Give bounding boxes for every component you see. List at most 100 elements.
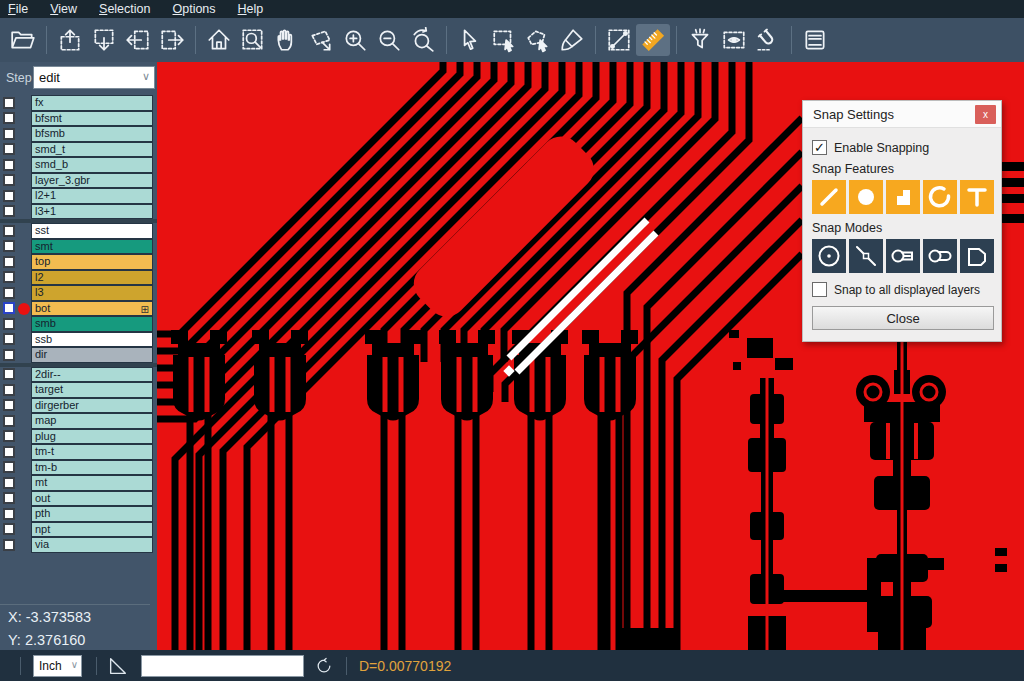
view-box-button[interactable] xyxy=(717,24,751,56)
layer-name-label[interactable]: tm-t xyxy=(31,444,153,460)
select-polygon-button[interactable] xyxy=(521,24,555,56)
layer-name-label[interactable]: via xyxy=(31,537,153,553)
menu-help[interactable]: Help xyxy=(238,2,264,16)
pan-button[interactable] xyxy=(270,24,304,56)
layer-row-dir[interactable]: dir xyxy=(0,347,157,363)
menu-options[interactable]: Options xyxy=(172,2,215,16)
measure-ruler-button[interactable] xyxy=(636,24,670,56)
layer-checkbox[interactable] xyxy=(3,446,15,458)
layer-name-label[interactable]: sst xyxy=(31,223,153,239)
layer-row-out[interactable]: out xyxy=(0,491,157,507)
layer-row-ssb[interactable]: ssb xyxy=(0,332,157,348)
layer-name-label[interactable]: plug xyxy=(31,429,153,445)
layer-name-label[interactable]: smd_t xyxy=(31,142,153,158)
units-select[interactable]: Inch ∨ xyxy=(33,655,82,677)
layer-name-label[interactable]: l3+1 xyxy=(31,204,153,220)
zoom-in-button[interactable] xyxy=(338,24,372,56)
layer-row-bot[interactable]: bot⊞ xyxy=(0,301,157,317)
layer-name-label[interactable]: out xyxy=(31,491,153,507)
measure-input[interactable] xyxy=(141,655,304,677)
layer-checkbox[interactable] xyxy=(3,190,15,202)
import-up-button[interactable] xyxy=(53,24,87,56)
layer-name-label[interactable]: smt xyxy=(31,239,153,255)
snap-feature-pad-button[interactable] xyxy=(849,180,883,214)
layer-row-bfsmb[interactable]: bfsmb xyxy=(0,126,157,142)
snap-mode-corner-button[interactable] xyxy=(960,239,994,273)
layer-name-label[interactable]: bfsmb xyxy=(31,126,153,142)
layer-checkbox[interactable] xyxy=(3,256,15,268)
layer-row-map[interactable]: map xyxy=(0,413,157,429)
layer-row-smd_b[interactable]: smd_b xyxy=(0,157,157,173)
zoom-region-button[interactable] xyxy=(236,24,270,56)
layer-name-label[interactable]: ssb xyxy=(31,332,153,348)
layer-checkbox[interactable] xyxy=(3,97,15,109)
layer-row-l2[interactable]: l2 xyxy=(0,270,157,286)
layer-checkbox[interactable] xyxy=(3,477,15,489)
layer-row-bfsmt[interactable]: bfsmt xyxy=(0,111,157,127)
layer-name-label[interactable]: fx xyxy=(31,95,153,111)
layer-row-top[interactable]: top xyxy=(0,254,157,270)
select-cursor-button[interactable] xyxy=(453,24,487,56)
layer-name-label[interactable]: map xyxy=(31,413,153,429)
snap-feature-line-button[interactable] xyxy=(812,180,846,214)
layer-name-label[interactable]: pth xyxy=(31,506,153,522)
layer-row-smd_t[interactable]: smd_t xyxy=(0,142,157,158)
layer-checkbox[interactable] xyxy=(3,159,15,171)
layer-row-smb[interactable]: smb xyxy=(0,316,157,332)
snap-feature-surface-button[interactable] xyxy=(886,180,920,214)
layer-checkbox[interactable] xyxy=(3,271,15,283)
layer-row-dirgerber[interactable]: dirgerber xyxy=(0,398,157,414)
layer-checkbox[interactable] xyxy=(3,523,15,535)
layer-name-label[interactable]: dir xyxy=(31,347,153,363)
layer-name-label[interactable]: mt xyxy=(31,475,153,491)
layer-checkbox[interactable] xyxy=(3,539,15,551)
snap-mode-center-button[interactable] xyxy=(812,239,846,273)
snap-mode-pad-entry-button[interactable] xyxy=(886,239,920,273)
layer-row-tm-b[interactable]: tm-b xyxy=(0,460,157,476)
layer-checkbox[interactable] xyxy=(3,174,15,186)
layers-panel-button[interactable] xyxy=(798,24,832,56)
layer-name-label[interactable]: bfsmt xyxy=(31,111,153,127)
layer-row-npt[interactable]: npt xyxy=(0,522,157,538)
layer-name-label[interactable]: smb xyxy=(31,316,153,332)
snap-feature-arc-button[interactable] xyxy=(923,180,957,214)
snap-magnet-button[interactable] xyxy=(751,24,785,56)
zoom-out-button[interactable] xyxy=(372,24,406,56)
layer-row-l3[interactable]: l3 xyxy=(0,285,157,301)
layer-row-mt[interactable]: mt xyxy=(0,475,157,491)
layer-row-tm-t[interactable]: tm-t xyxy=(0,444,157,460)
layer-name-label[interactable]: l3 xyxy=(31,285,153,301)
layer-row-l2+1[interactable]: l2+1 xyxy=(0,188,157,204)
close-button[interactable]: Close xyxy=(812,306,994,330)
layer-row-l3+1[interactable]: l3+1 xyxy=(0,204,157,220)
angle-mode-icon[interactable] xyxy=(107,655,129,677)
snap-feature-text-button[interactable] xyxy=(960,180,994,214)
layer-name-label[interactable]: top xyxy=(31,254,153,270)
select-rectangle-button[interactable] xyxy=(487,24,521,56)
layer-checkbox[interactable] xyxy=(3,349,15,361)
layer-name-label[interactable]: bot⊞ xyxy=(31,301,153,317)
export-left-button[interactable] xyxy=(121,24,155,56)
layer-checkbox[interactable] xyxy=(3,508,15,520)
layer-name-label[interactable]: 2dir-- xyxy=(31,367,153,383)
sweep-brush-button[interactable] xyxy=(555,24,589,56)
zoom-reset-button[interactable] xyxy=(406,24,440,56)
layer-name-label[interactable]: l2 xyxy=(31,270,153,286)
snap-mode-pad-outline-button[interactable] xyxy=(923,239,957,273)
open-file-button[interactable] xyxy=(6,24,40,56)
layer-checkbox[interactable] xyxy=(3,415,15,427)
layer-checkbox[interactable] xyxy=(3,287,15,299)
layer-checkbox[interactable] xyxy=(3,318,15,330)
layer-row-layer_3.gbr[interactable]: layer_3.gbr xyxy=(0,173,157,189)
refresh-icon[interactable] xyxy=(314,656,334,676)
layer-row-via[interactable]: via xyxy=(0,537,157,553)
layer-row-plug[interactable]: plug xyxy=(0,429,157,445)
layer-checkbox[interactable] xyxy=(3,492,15,504)
export-right-button[interactable] xyxy=(155,24,189,56)
layer-checkbox[interactable] xyxy=(3,333,15,345)
layer-row-sst[interactable]: sst xyxy=(0,223,157,239)
layer-name-label[interactable]: smd_b xyxy=(31,157,153,173)
layer-checkbox[interactable] xyxy=(3,225,15,237)
layer-checkbox[interactable] xyxy=(3,112,15,124)
layer-checkbox[interactable] xyxy=(3,461,15,473)
